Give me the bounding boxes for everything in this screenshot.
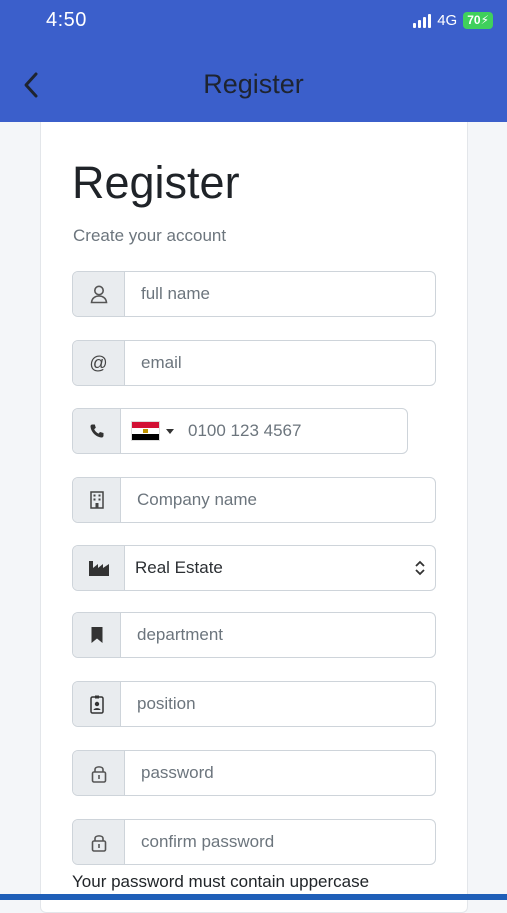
- page-subtitle: Create your account: [73, 226, 227, 245]
- app-header: 4:50 4G 70⚡ Register: [0, 0, 507, 122]
- position-addon: [73, 682, 121, 726]
- password-group: [72, 750, 436, 796]
- nav-title: Register: [203, 69, 304, 99]
- country-selector[interactable]: [121, 409, 174, 453]
- full-name-input[interactable]: [125, 272, 435, 316]
- industry-group: Real Estate: [72, 545, 436, 591]
- phone-input[interactable]: [174, 409, 407, 453]
- bookmark-icon: [91, 627, 102, 643]
- industry-select[interactable]: Real Estate: [125, 546, 405, 590]
- department-addon: [73, 613, 121, 657]
- position-group: [72, 681, 436, 727]
- status-icons: 4G 70⚡: [413, 11, 493, 29]
- status-time: 4:50: [46, 9, 87, 31]
- bottom-bar: [0, 894, 507, 900]
- lock-icon: [91, 834, 106, 852]
- select-arrows-icon[interactable]: [405, 546, 435, 590]
- egypt-flag-icon: [131, 421, 160, 441]
- lock-icon: [91, 765, 106, 783]
- industry-icon: [88, 561, 109, 576]
- password-input[interactable]: [125, 751, 435, 795]
- building-icon: [89, 491, 104, 509]
- email-addon: @: [73, 341, 125, 385]
- email-group: @: [72, 340, 436, 386]
- network-label: 4G: [437, 11, 458, 29]
- phone-group: [72, 408, 408, 454]
- full-name-group: [72, 271, 436, 317]
- confirm-password-group: [72, 819, 436, 865]
- confirm-password-input[interactable]: [125, 820, 435, 864]
- industry-addon: [73, 546, 125, 590]
- password-hint: Your password must contain uppercase: [72, 872, 370, 891]
- phone-addon: [73, 409, 121, 453]
- department-group: [72, 612, 436, 658]
- user-icon: [90, 285, 107, 304]
- password-addon: [73, 751, 125, 795]
- email-input[interactable]: [125, 341, 435, 385]
- company-input[interactable]: [121, 478, 435, 522]
- phone-icon: [89, 424, 103, 438]
- company-group: [72, 477, 436, 523]
- company-addon: [73, 478, 121, 522]
- full-name-addon: [73, 272, 125, 316]
- battery-indicator: 70⚡: [463, 11, 493, 29]
- position-input[interactable]: [121, 682, 435, 726]
- signal-icon: [413, 13, 432, 28]
- at-icon: @: [89, 352, 108, 373]
- confirm-password-addon: [73, 820, 125, 864]
- id-badge-icon: [89, 695, 104, 714]
- battery-level: 70: [467, 12, 481, 27]
- page-title: Register: [72, 157, 240, 208]
- caret-down-icon: [166, 428, 174, 434]
- department-input[interactable]: [121, 613, 435, 657]
